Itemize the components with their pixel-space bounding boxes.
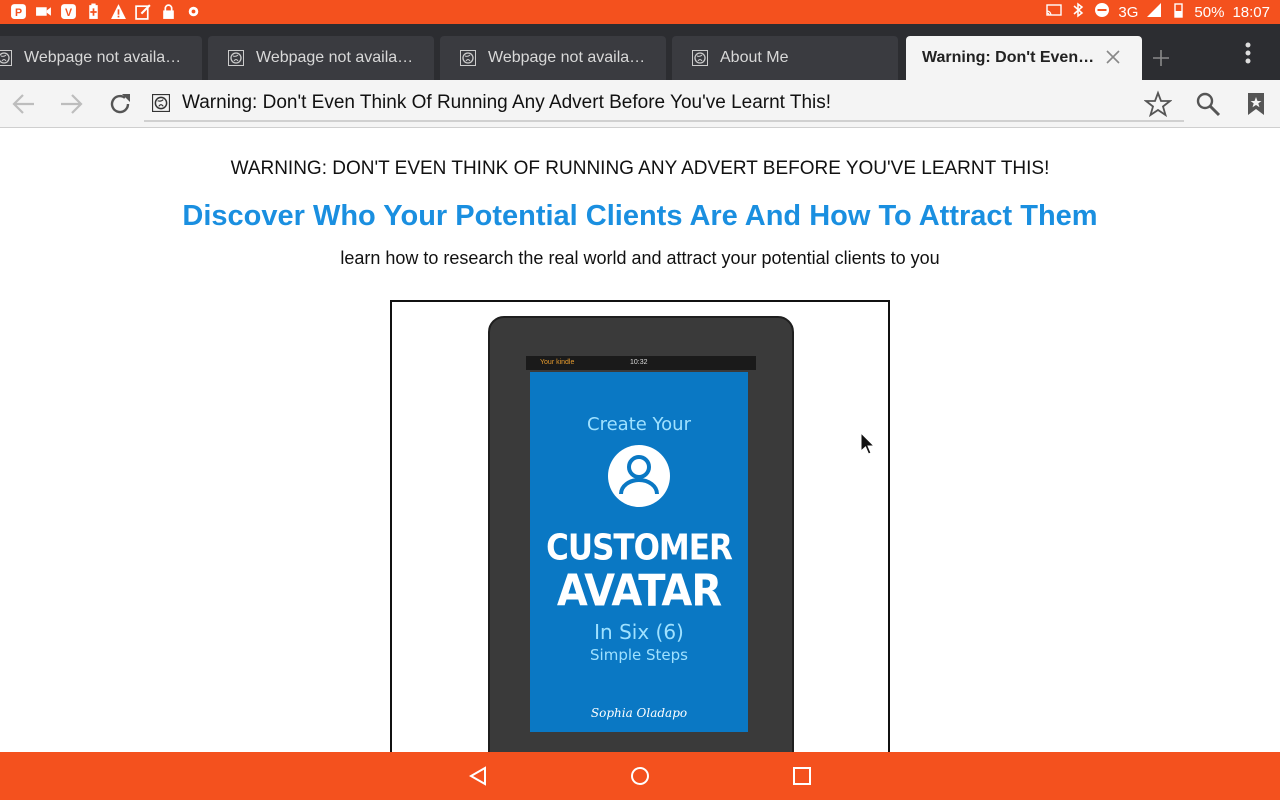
globe-icon (0, 50, 12, 66)
device-time: 10:32 (630, 359, 648, 366)
p-app-icon: P (10, 3, 27, 20)
bluetooth-icon (1070, 2, 1086, 22)
svg-text:V: V (65, 7, 72, 19)
refresh-icon (110, 94, 130, 114)
status-bar: P V 3G 50% 18:07 (0, 0, 1280, 24)
clock: 18:07 (1232, 3, 1270, 21)
tab-2[interactable]: Webpage not availa… (208, 36, 434, 80)
device-status-strip: Your kindle 10:32 (526, 356, 756, 370)
game-icon (185, 3, 202, 20)
page-subheadline: learn how to research the real world and… (340, 248, 940, 268)
address-bar[interactable]: Warning: Don't Even Think Of Running Any… (144, 86, 1184, 122)
tab-1[interactable]: Webpage not availa… (0, 36, 202, 80)
close-tab-icon[interactable] (1104, 48, 1122, 66)
tab-3[interactable]: Webpage not availa… (440, 36, 666, 80)
search-icon (1196, 92, 1221, 117)
book-cover: Create Your CUSTOMER AVATAR In Six (6) S… (530, 372, 748, 732)
video-icon (35, 3, 52, 20)
product-image-frame: Your kindle 10:32 Create Your CUSTOMER A… (390, 300, 890, 752)
cover-title-line1: Create Your (587, 414, 691, 435)
bookmarks-button[interactable] (1242, 90, 1270, 118)
battery-saver-icon (85, 3, 102, 20)
mouse-cursor-icon (860, 432, 876, 455)
overflow-menu-button[interactable] (1236, 40, 1260, 68)
globe-icon (228, 50, 244, 66)
nav-recents-icon (793, 767, 811, 785)
tab-label: About Me (720, 49, 789, 66)
cover-author: Sophia Oladapo (590, 706, 688, 720)
do-not-disturb-icon (1094, 2, 1110, 22)
tab-label: Webpage not availa… (24, 49, 182, 66)
network-type: 3G (1118, 3, 1139, 21)
avatar-icon (608, 445, 670, 507)
back-button[interactable] (10, 90, 38, 118)
url-text[interactable]: Warning: Don't Even Think Of Running Any… (182, 92, 831, 114)
cover-title-line2: CUSTOMER (546, 527, 733, 569)
reload-button[interactable] (106, 90, 134, 118)
search-button[interactable] (1194, 90, 1222, 118)
bookmark-star-button[interactable] (1143, 90, 1173, 118)
nav-recents-button[interactable] (790, 764, 814, 788)
bookmarks-icon (1248, 93, 1264, 115)
nav-home-button[interactable] (628, 764, 652, 788)
new-tab-button[interactable] (1142, 36, 1180, 80)
tab-strip: Webpage not availa… Webpage not availa… … (0, 24, 1280, 80)
plus-icon (1153, 50, 1169, 66)
tab-label: Webpage not availa… (488, 49, 646, 66)
forward-button[interactable] (57, 90, 85, 118)
edit-icon (135, 3, 152, 20)
svg-text:P: P (15, 7, 22, 19)
warning-icon (110, 3, 127, 20)
web-page-content[interactable]: WARNING: DON'T EVEN THINK OF RUNNING ANY… (0, 128, 1280, 752)
device-brand: Your kindle (540, 359, 575, 366)
globe-icon (692, 50, 708, 66)
arrow-forward-icon (61, 94, 83, 114)
browser-toolbar: Warning: Don't Even Think Of Running Any… (0, 80, 1280, 128)
signal-icon (1146, 2, 1162, 22)
v-app-icon: V (60, 3, 77, 20)
page-headline: Discover Who Your Potential Clients Are … (182, 200, 1098, 232)
cover-title-line5: Simple Steps (590, 646, 688, 664)
arrow-back-icon (12, 94, 34, 114)
cast-icon (1046, 2, 1063, 22)
cover-title-line4: In Six (6) (594, 620, 684, 644)
tab-4[interactable]: About Me (672, 36, 898, 80)
tab-label: Webpage not availa… (256, 49, 414, 66)
nav-home-icon (631, 767, 649, 785)
battery-level: 50% (1194, 3, 1225, 21)
cover-title-line3: AVATAR (556, 565, 722, 617)
battery-icon (1170, 2, 1186, 22)
lock-icon (160, 3, 177, 20)
globe-icon (460, 50, 476, 66)
star-outline-icon (1143, 90, 1173, 118)
more-vert-icon (1245, 42, 1251, 64)
warning-heading: WARNING: DON'T EVEN THINK OF RUNNING ANY… (230, 158, 1050, 179)
nav-back-button[interactable] (466, 764, 490, 788)
nav-back-icon (468, 766, 486, 786)
tab-label: Warning: Don't Even… (922, 49, 1095, 66)
globe-icon (152, 94, 170, 112)
tab-active[interactable]: Warning: Don't Even… (906, 36, 1142, 80)
system-nav-bar (0, 752, 1280, 800)
ebook-device-image: Your kindle 10:32 Create Your CUSTOMER A… (488, 316, 794, 752)
